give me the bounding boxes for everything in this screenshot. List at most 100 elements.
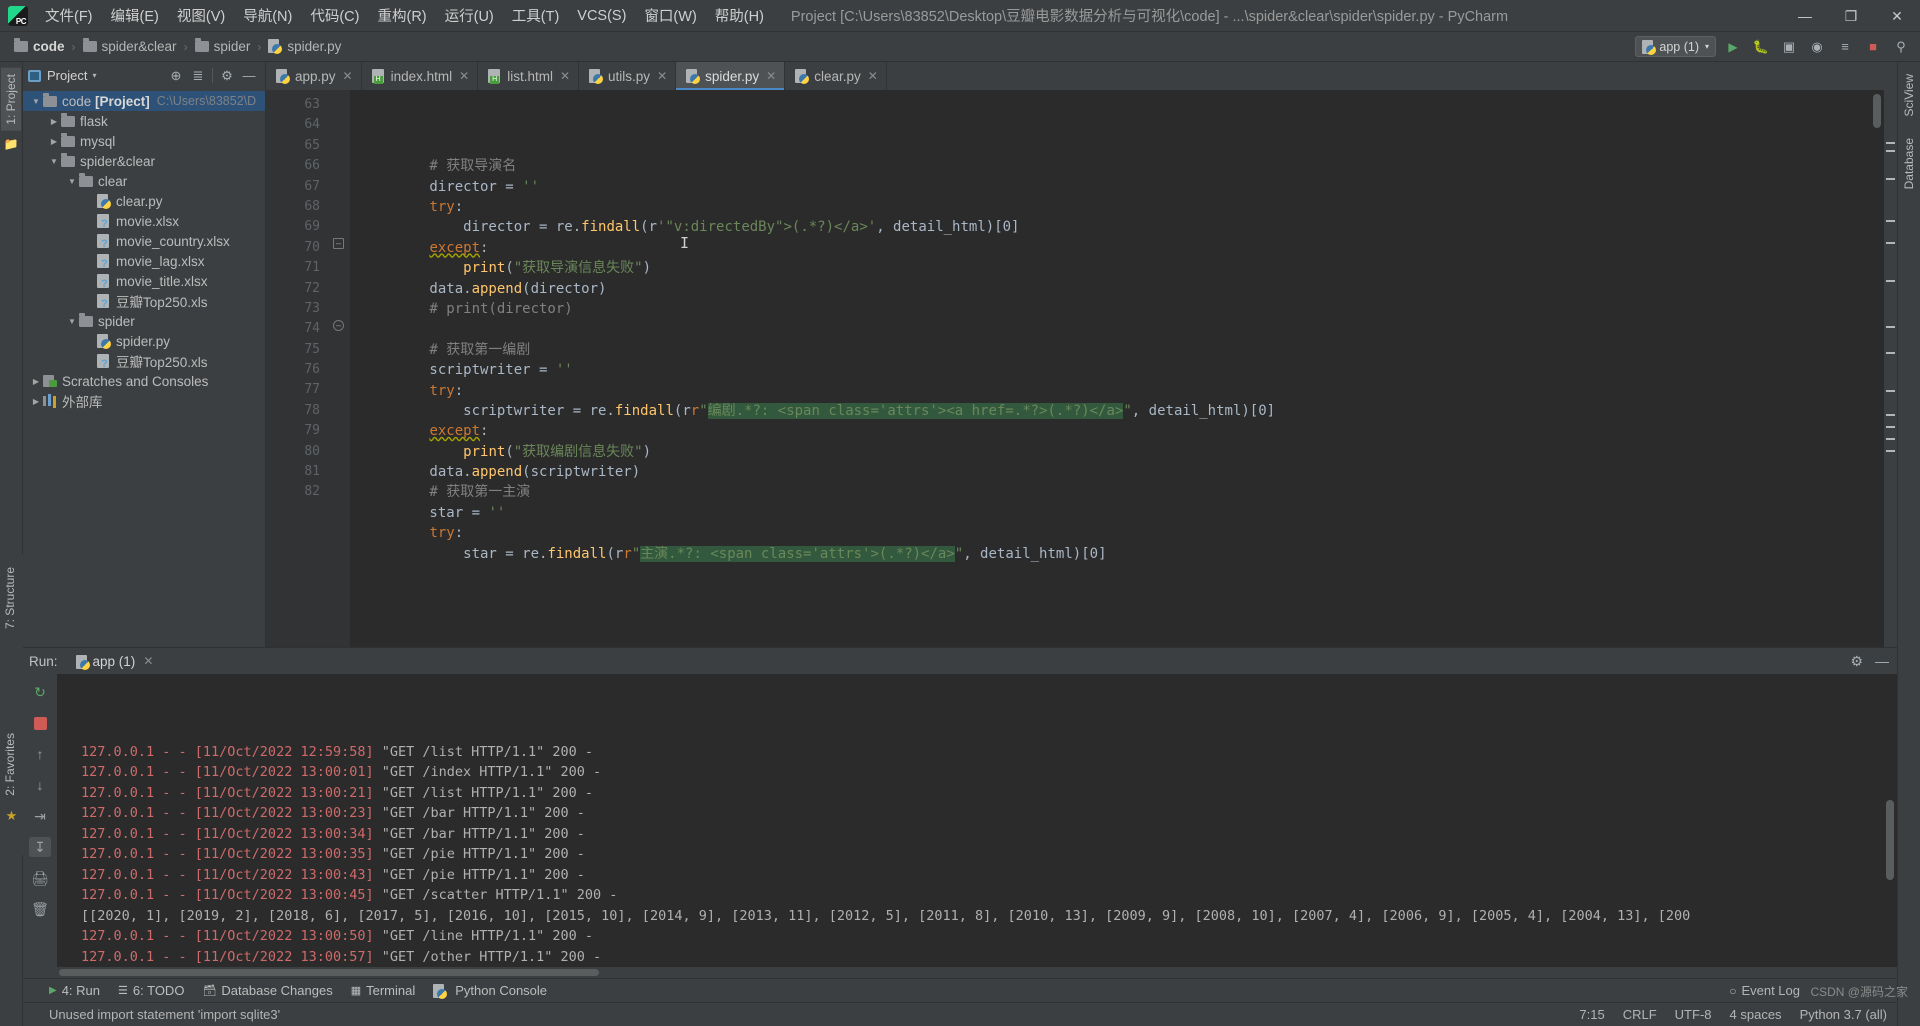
run-button[interactable]: ▶ (1722, 36, 1744, 57)
maximize-button[interactable]: ❐ (1828, 0, 1874, 32)
run-tests-button[interactable]: ≡ (1834, 36, 1856, 57)
code-line[interactable]: except: (350, 421, 1884, 441)
tree-item[interactable]: code [Project] C:\Users\83852\D (23, 91, 265, 111)
fold-marker-icon[interactable]: – (333, 238, 344, 249)
code-line[interactable]: print("获取编剧信息失败") (350, 442, 1884, 462)
close-icon[interactable]: ✕ (560, 69, 570, 83)
code-line[interactable]: try: (350, 381, 1884, 401)
tree-item[interactable]: 外部库 (23, 391, 265, 411)
editor-tab-spider-py[interactable]: spider.py ✕ (676, 62, 786, 90)
tree-item[interactable]: spider (23, 311, 265, 331)
navbar-actions[interactable]: app (1) ▾ ▶ 🐛 ▣ ◉ ≡ ■ ⚲ (1635, 36, 1912, 57)
close-icon[interactable]: ✕ (143, 654, 153, 668)
breadcrumb-item-code[interactable]: code (14, 38, 65, 54)
editor-tab-bar[interactable]: app.py✕index.html✕list.html✕utils.py✕spi… (266, 62, 1897, 90)
code-line[interactable]: # 获取第一主演 (350, 482, 1884, 502)
hide-panel-icon[interactable]: — (238, 65, 260, 87)
tool-window-bar[interactable]: ▶ 4: Run ☰ 6: TODO 🗃 Database Changes ▦ … (23, 978, 1897, 1002)
code-line[interactable]: # print(director) (350, 299, 1884, 319)
code-line[interactable] (350, 319, 1884, 339)
tool-tab-todo[interactable]: ☰ 6: TODO (118, 983, 184, 998)
code-line[interactable]: director = re.findall(r'"v:directedBy">(… (350, 217, 1884, 237)
run-panel-actions[interactable]: ⚙ — (1850, 653, 1889, 670)
editor-tab-utils-py[interactable]: utils.py ✕ (579, 62, 677, 90)
sidebar-tab-sciview[interactable]: SciView (1899, 68, 1919, 122)
menu-edit[interactable]: 编辑(E) (102, 1, 168, 30)
tree-item[interactable]: spider&clear (23, 151, 265, 171)
left-strip-lower[interactable]: 7: Structure 2: Favorites ★ (0, 555, 23, 855)
menu-navigate[interactable]: 导航(N) (234, 1, 301, 30)
indent-setting[interactable]: 4 spaces (1730, 1007, 1782, 1022)
hide-panel-icon[interactable]: — (1875, 653, 1889, 669)
menu-vcs[interactable]: VCS(S) (568, 4, 635, 28)
close-icon[interactable]: ✕ (657, 69, 667, 83)
code-line[interactable]: data.append(director) (350, 279, 1884, 299)
profile-button[interactable]: ◉ (1806, 36, 1828, 57)
run-configuration-selector[interactable]: app (1) ▾ (1635, 36, 1716, 57)
soft-wrap-icon[interactable]: ⇥ (29, 806, 51, 826)
breadcrumb-item-spider[interactable]: spider (194, 38, 250, 54)
stop-icon[interactable] (29, 713, 51, 733)
scroll-to-end-icon[interactable]: ↧ (29, 837, 51, 857)
editor-tab-app-py[interactable]: app.py ✕ (266, 62, 362, 90)
sidebar-tab-database[interactable]: Database (1899, 132, 1919, 195)
breadcrumb[interactable]: code › spider&clear › spider › spider.py (14, 38, 341, 54)
code-line[interactable]: try: (350, 197, 1884, 217)
settings-gear-icon[interactable]: ⚙ (216, 65, 238, 87)
debug-button[interactable]: 🐛 (1750, 36, 1772, 57)
menu-window[interactable]: 窗口(W) (635, 1, 705, 30)
sidebar-tab-structure[interactable]: 7: Structure (0, 561, 20, 635)
caret-position[interactable]: 7:15 (1579, 1007, 1604, 1022)
tree-item[interactable]: 豆瓣Top250.xls (23, 291, 265, 311)
status-bar-right[interactable]: 7:15 CRLF UTF-8 4 spaces Python 3.7 (all… (1579, 1007, 1887, 1022)
menu-code[interactable]: 代码(C) (301, 1, 368, 30)
menu-run[interactable]: 运行(U) (436, 1, 503, 30)
close-icon[interactable]: ✕ (459, 69, 469, 83)
file-encoding[interactable]: UTF-8 (1675, 1007, 1712, 1022)
tool-tab-run[interactable]: ▶ 4: Run (49, 983, 100, 998)
menu-refactor[interactable]: 重构(R) (368, 1, 435, 30)
code-content[interactable]: I # 获取导演名 director = '' try: director = … (350, 90, 1884, 647)
coverage-button[interactable]: ▣ (1778, 36, 1800, 57)
scroll-down-icon[interactable]: ↓ (29, 775, 51, 795)
tree-item[interactable]: 豆瓣Top250.xls (23, 351, 265, 371)
tree-twisty-icon[interactable] (47, 137, 61, 146)
code-folding-column[interactable]: – – (328, 90, 350, 647)
editor-viewport[interactable]: 63 64 65 66 67 68 69 70 71 72 73 74 75 76 77 78 79 80 81 82… (266, 90, 1897, 647)
tree-twisty-icon[interactable] (47, 157, 61, 166)
breadcrumb-item-spiderclear[interactable]: spider&clear (82, 38, 177, 54)
tree-twisty-icon[interactable] (47, 117, 61, 126)
rerun-icon[interactable]: ↻ (29, 682, 51, 702)
code-line[interactable]: # 获取第一编剧 (350, 340, 1884, 360)
code-line[interactable]: print("获取导演信息失败") (350, 258, 1884, 278)
run-side-toolbar[interactable]: ↻ ↑ ↓ ⇥ ↧ 🖨 🗑 (23, 674, 57, 978)
tree-item[interactable]: clear.py (23, 191, 265, 211)
tree-item[interactable]: Scratches and Consoles (23, 371, 265, 391)
editor-tab-list-html[interactable]: list.html ✕ (478, 62, 580, 90)
tree-twisty-icon[interactable] (65, 317, 79, 326)
code-line[interactable]: except: (350, 238, 1884, 258)
search-everywhere-icon[interactable]: ⚲ (1890, 36, 1912, 57)
console-output[interactable]: 127.0.0.1 - - [11/Oct/2022 12:59:58] "GE… (57, 674, 1897, 967)
code-line[interactable]: data.append(scriptwriter) (350, 462, 1884, 482)
tree-item[interactable]: spider.py (23, 331, 265, 351)
tool-tab-python-console[interactable]: Python Console (433, 983, 547, 999)
code-line[interactable]: scriptwriter = '' (350, 360, 1884, 380)
stop-button[interactable]: ■ (1862, 36, 1884, 57)
main-menu[interactable]: 文件(F) 编辑(E) 视图(V) 导航(N) 代码(C) 重构(R) 运行(U… (36, 0, 773, 31)
tree-item[interactable]: movie.xlsx (23, 211, 265, 231)
editor-error-stripe[interactable] (1884, 90, 1897, 647)
left-tool-strip[interactable]: 1: Project 📁 (0, 62, 23, 1026)
code-line[interactable]: scriptwriter = re.findall(rr"编剧.*?: <spa… (350, 401, 1884, 421)
project-tree[interactable]: code [Project] C:\Users\83852\D flask mysql… (23, 89, 265, 647)
tree-item[interactable]: flask (23, 111, 265, 131)
sidebar-tab-project[interactable]: 1: Project (1, 68, 21, 131)
window-controls[interactable]: — ❐ ✕ (1782, 0, 1920, 32)
breadcrumb-item-spiderpy[interactable]: spider.py (268, 39, 341, 54)
run-tab-app1[interactable]: app (1) ✕ (70, 652, 160, 671)
event-log-button[interactable]: ○ Event Log (1729, 983, 1800, 998)
tool-tab-database-changes[interactable]: 🗃 Database Changes (202, 983, 332, 998)
editor-vertical-scrollbar[interactable] (1873, 94, 1881, 128)
console-vertical-scrollbar[interactable] (1886, 800, 1894, 880)
menu-view[interactable]: 视图(V) (168, 1, 234, 30)
